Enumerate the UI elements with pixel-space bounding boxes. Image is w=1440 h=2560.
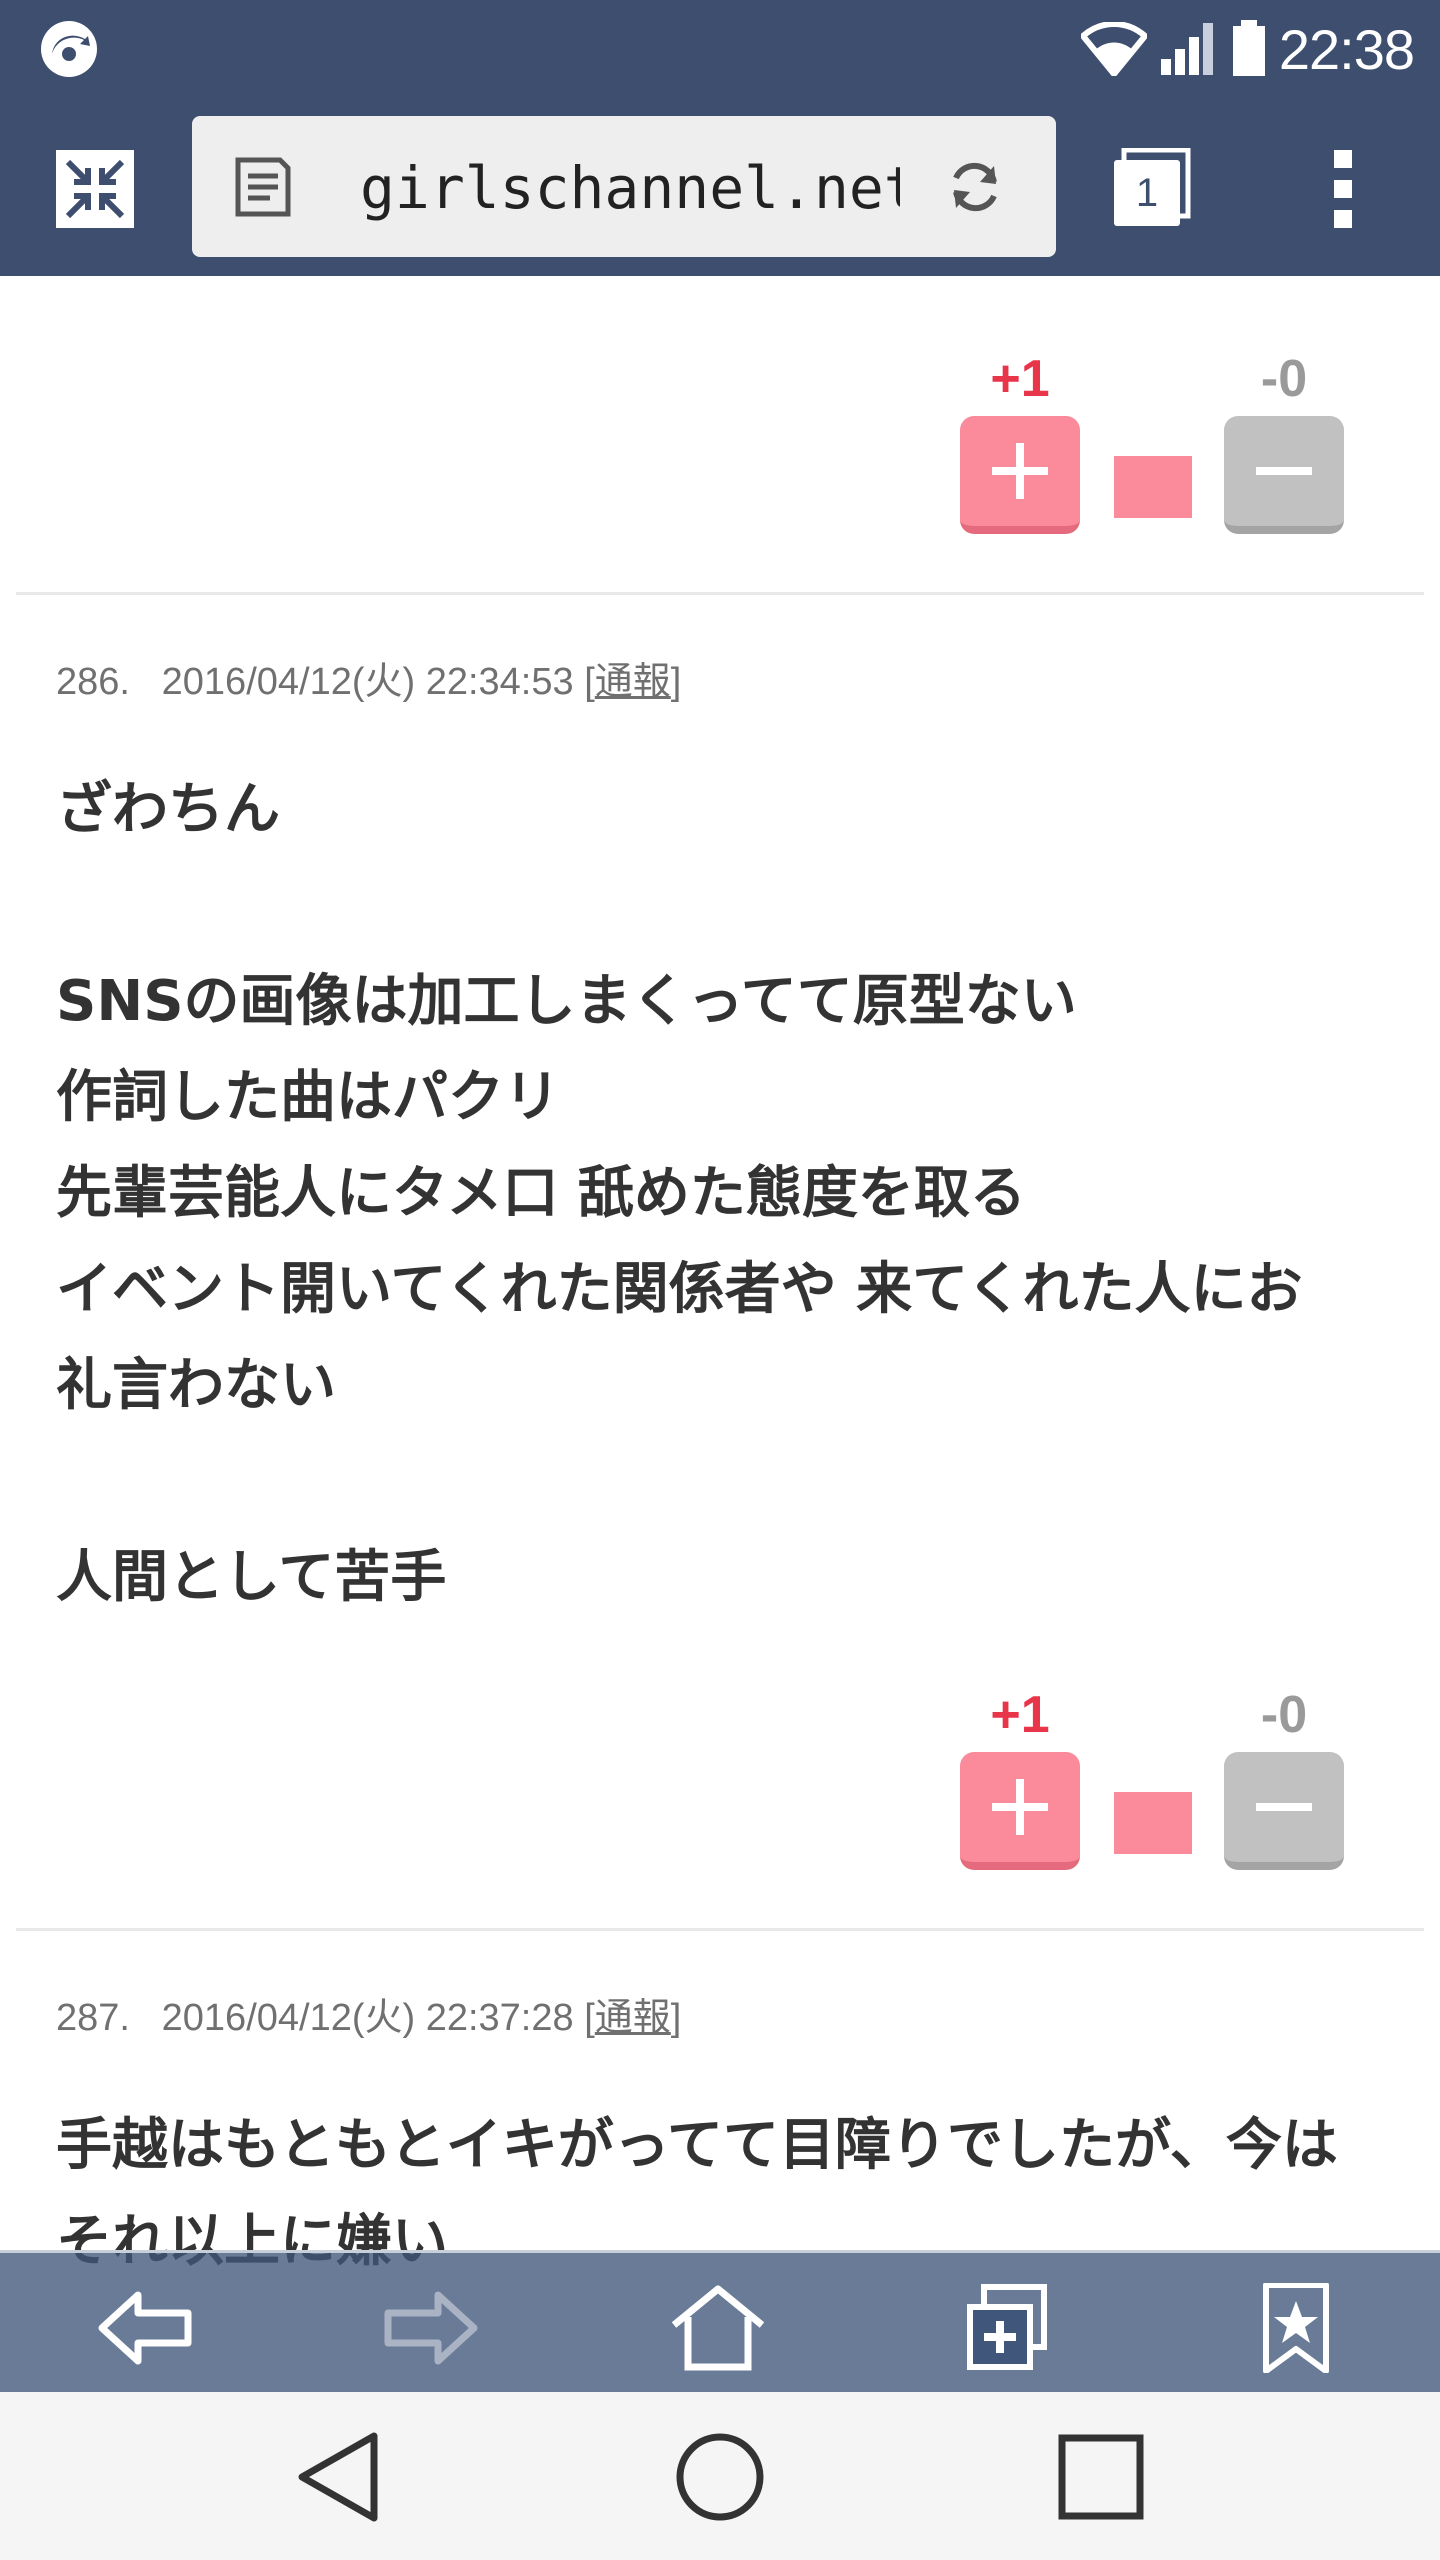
comment-datetime: 2016/04/12(火) 22:37:28	[161, 1997, 574, 2039]
comment-line: 手越はもともとイキがってて目障りでしたが、今は	[56, 2113, 1338, 2178]
reload-icon[interactable]	[944, 156, 1006, 218]
plus-icon	[992, 1779, 1048, 1835]
minus-button[interactable]	[1224, 1752, 1344, 1870]
shrink-screen-icon[interactable]	[54, 148, 136, 230]
plus-button[interactable]	[960, 1752, 1080, 1870]
divider	[16, 1928, 1424, 1931]
cell-signal-icon	[1160, 23, 1213, 75]
comment-number: 286.	[56, 661, 130, 703]
bookmark-icon[interactable]	[1246, 2283, 1346, 2373]
back-triangle-icon[interactable]	[288, 2422, 398, 2532]
comment-line	[56, 1434, 1396, 1530]
back-arrow-icon[interactable]	[96, 2283, 196, 2373]
plus-icon	[992, 443, 1048, 499]
page-icon	[235, 157, 291, 217]
url-text[interactable]: girlschannel.net/	[360, 150, 900, 226]
home-circle-icon[interactable]	[665, 2422, 775, 2532]
vote-ratio-bar	[1114, 456, 1192, 518]
wifi-icon	[1080, 22, 1147, 76]
comment-meta: 286. 2016/04/12(火) 22:34:53 [通報]	[56, 661, 682, 703]
app-notification-icon	[41, 21, 97, 77]
vote-ratio-fill	[1114, 456, 1192, 518]
recents-square-icon[interactable]	[1046, 2422, 1156, 2532]
minus-button[interactable]	[1224, 416, 1344, 534]
minus-icon	[1256, 1803, 1312, 1811]
vote-block: +1 -0	[960, 1682, 1360, 1870]
status-bar: 22:38	[0, 0, 1440, 98]
comment-body: ざわちん SNSの画像は加工しまくってて原型ない 作詞した曲はパクリ 先輩芸能人…	[56, 762, 1396, 1626]
comment-line: 礼言わない	[56, 1353, 336, 1418]
comment-line: ざわちん	[56, 777, 280, 842]
plus-button[interactable]	[960, 416, 1080, 534]
system-nav-bar	[0, 2392, 1440, 2560]
tab-count: 1	[1114, 160, 1180, 226]
comment-number: 287.	[56, 1997, 130, 2039]
new-tab-icon[interactable]	[958, 2283, 1058, 2373]
browser-bottom-nav	[0, 2250, 1440, 2392]
status-time: 22:38	[1278, 17, 1415, 81]
vote-ratio-bar	[1114, 1792, 1192, 1854]
minus-count: -0	[1260, 350, 1308, 408]
comment-line: 人間として苦手	[56, 1545, 447, 1610]
minus-icon	[1256, 467, 1312, 475]
vote-ratio-fill	[1114, 1792, 1192, 1854]
comment-line: SNSの画像は加工しまくってて原型ない	[56, 969, 1077, 1034]
comment-line: 先輩芸能人にタメ口 舐めた態度を取る	[56, 1161, 1026, 1226]
more-vert-icon[interactable]	[1316, 148, 1370, 230]
comment-meta: 287. 2016/04/12(火) 22:37:28 [通報]	[56, 1997, 682, 2039]
vote-block: +1 -0	[960, 346, 1360, 534]
minus-count: -0	[1260, 1686, 1308, 1744]
comment-list: +1 -0 286. 2016/04/12(火) 22:34:53 [通報] ざ…	[0, 276, 1440, 2276]
battery-icon	[1232, 20, 1265, 76]
forward-arrow-icon[interactable]	[380, 2283, 480, 2373]
home-icon[interactable]	[668, 2283, 768, 2373]
divider	[16, 592, 1424, 595]
report-link[interactable]: 通報	[595, 1997, 671, 2039]
comment-line: 作詞した曲はパクリ	[56, 1065, 560, 1130]
tabs-button[interactable]: 1	[1110, 148, 1192, 230]
plus-count: +1	[990, 350, 1050, 408]
comment-line	[56, 858, 1396, 954]
report-link[interactable]: 通報	[595, 661, 671, 703]
comment-datetime: 2016/04/12(火) 22:34:53	[161, 661, 574, 703]
address-bar[interactable]: girlschannel.net/	[192, 116, 1056, 257]
browser-toolbar: girlschannel.net/ 1	[0, 98, 1440, 276]
comment-line: イベント開いてくれた関係者や 来てくれた人にお	[56, 1257, 1303, 1322]
plus-count: +1	[990, 1686, 1050, 1744]
